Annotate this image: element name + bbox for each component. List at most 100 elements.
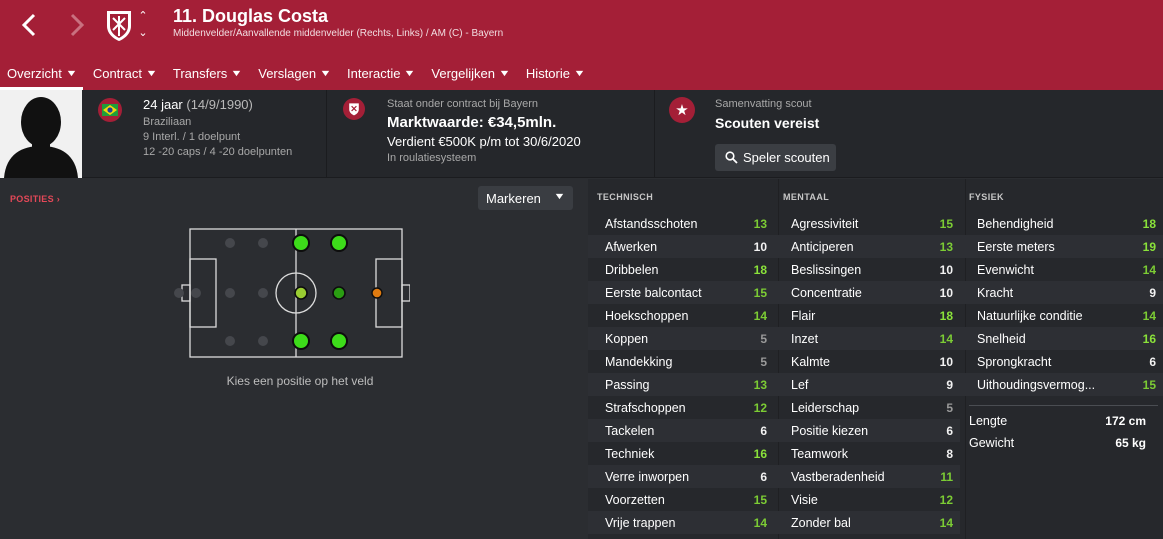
attribute-row[interactable]: Lef 9	[774, 373, 960, 396]
attribute-row[interactable]: Snelheid 16	[960, 327, 1163, 350]
position-dot-gk[interactable]	[191, 288, 201, 298]
attribute-row[interactable]: Flair 18	[774, 304, 960, 327]
position-pitch[interactable]	[170, 227, 410, 362]
chevron-left-icon	[21, 13, 36, 37]
attribute-name: Voorzetten	[605, 492, 665, 507]
attribute-row[interactable]: Koppen 5	[588, 327, 774, 350]
position-dot-aml[interactable]	[330, 234, 348, 252]
position-dot-wbr[interactable]	[258, 336, 268, 346]
positions-label: POSITIES	[10, 194, 54, 204]
international-caps[interactable]: 9 Interl. / 1 doelpunt	[143, 131, 292, 143]
attribute-row[interactable]: Afwerken 10	[588, 235, 774, 258]
attribute-value: 15	[753, 492, 767, 507]
attribute-name: Hoekschoppen	[605, 308, 689, 323]
attribute-value: 18	[939, 308, 953, 323]
attribute-row[interactable]: Kracht 9	[960, 281, 1163, 304]
position-dot-dc[interactable]	[225, 288, 235, 298]
position-dot-amr[interactable]	[330, 332, 348, 350]
attribute-value: 11	[940, 469, 953, 484]
attribute-row[interactable]: Kalmte 10	[774, 350, 960, 373]
forward-button[interactable]	[62, 8, 92, 42]
position-dot-amc[interactable]	[332, 286, 346, 300]
tab-interactie[interactable]: Interactie ▼	[340, 56, 421, 90]
tab-bar: Overzicht ▼ Contract ▼ Transfers ▼ Verslage…	[0, 56, 594, 90]
attribute-row[interactable]: Teamwork 8	[774, 442, 960, 465]
attribute-row[interactable]: Verre inworpen 6	[588, 465, 774, 488]
position-dot-dl[interactable]	[225, 238, 235, 248]
attribute-name: Strafschoppen	[605, 400, 686, 415]
tab-label: Transfers	[172, 65, 228, 81]
chevron-down-icon: ⌄	[138, 27, 148, 39]
physical-column: FYSIEK Behendigheid 18 Eerste meters 19 Even…	[960, 179, 1163, 454]
tab-contract[interactable]: Contract ▼	[86, 56, 163, 90]
attribute-row[interactable]: Agressiviteit 15	[774, 212, 960, 235]
attribute-row[interactable]: Eerste balcontact 15	[588, 281, 774, 304]
highlight-dropdown[interactable]: Markeren ▼	[478, 186, 573, 210]
attribute-row[interactable]: Behendigheid 18	[960, 212, 1163, 235]
attribute-name: Vrije trappen	[605, 515, 676, 530]
attribute-row[interactable]: Sprongkracht 6	[960, 350, 1163, 373]
scout-player-button[interactable]: Speler scouten	[715, 144, 836, 171]
attribute-name: Zonder bal	[791, 515, 851, 530]
attribute-row[interactable]: Uithoudingsvermog... 15	[960, 373, 1163, 396]
u20-caps[interactable]: 12 -20 caps / 4 -20 doelpunten	[143, 146, 292, 158]
tab-vergelijken[interactable]: Vergelijken ▼	[424, 56, 516, 90]
club-crest-icon[interactable]	[104, 8, 134, 42]
attribute-row[interactable]: Hoekschoppen 14	[588, 304, 774, 327]
attribute-name: Afwerken	[605, 239, 658, 254]
position-dot-ml[interactable]	[292, 234, 310, 252]
attribute-row[interactable]: Passing 13	[588, 373, 774, 396]
attribute-row[interactable]: Techniek 16	[588, 442, 774, 465]
scout-status: Scouten vereist	[715, 115, 820, 131]
attribute-row[interactable]: Voorzetten 15	[588, 488, 774, 511]
position-dot-dr[interactable]	[225, 336, 235, 346]
attribute-row[interactable]: Visie 12	[774, 488, 960, 511]
scout-button-label: Speler scouten	[743, 150, 830, 165]
attribute-row[interactable]: Beslissingen 10	[774, 258, 960, 281]
physical-list: Behendigheid 18 Eerste meters 19 Evenwicht 14…	[960, 212, 1163, 396]
attribute-row[interactable]: Zonder bal 14	[774, 511, 960, 534]
attribute-row[interactable]: Afstandsschoten 13	[588, 212, 774, 235]
height-value: 172 cm	[1105, 414, 1146, 428]
position-dot-mr[interactable]	[292, 332, 310, 350]
attribute-name: Dribbelen	[605, 262, 659, 277]
tab-overzicht[interactable]: Overzicht ▼	[0, 56, 83, 90]
attribute-row[interactable]: Vastberadenheid 11	[774, 465, 960, 488]
attribute-row[interactable]: Vrije trappen 14	[588, 511, 774, 534]
position-dot-st[interactable]	[371, 287, 383, 299]
attribute-row[interactable]: Anticiperen 13	[774, 235, 960, 258]
attribute-row[interactable]: Inzet 14	[774, 327, 960, 350]
attribute-row[interactable]: Evenwicht 14	[960, 258, 1163, 281]
tab-verslagen[interactable]: Verslagen ▼	[251, 56, 337, 90]
position-dot-wbl[interactable]	[258, 238, 268, 248]
attribute-row[interactable]: Eerste meters 19	[960, 235, 1163, 258]
attribute-value: 19	[1142, 239, 1156, 254]
position-dot-dm[interactable]	[258, 288, 268, 298]
attribute-name: Natuurlijke conditie	[977, 308, 1083, 323]
tab-label: Verslagen	[258, 65, 317, 81]
club-crest-icon	[343, 98, 365, 120]
attribute-row[interactable]: Strafschoppen 12	[588, 396, 774, 419]
attribute-name: Kalmte	[791, 354, 830, 369]
positions-link[interactable]: POSITIES ›	[10, 194, 60, 204]
position-dot-mc[interactable]	[294, 286, 308, 300]
attribute-name: Anticiperen	[791, 239, 854, 254]
attribute-row[interactable]: Leiderschap 5	[774, 396, 960, 419]
attribute-name: Teamwork	[791, 446, 848, 461]
attribute-row[interactable]: Tackelen 6	[588, 419, 774, 442]
attribute-value: 15	[753, 285, 767, 300]
attribute-row[interactable]: Natuurlijke conditie 14	[960, 304, 1163, 327]
attribute-row[interactable]: Concentratie 10	[774, 281, 960, 304]
tab-transfers[interactable]: Transfers ▼	[166, 56, 248, 90]
tab-historie[interactable]: Historie ▼	[519, 56, 591, 90]
chevron-down-icon: ▼	[230, 68, 244, 78]
physical-header: FYSIEK	[969, 192, 1004, 202]
position-dot-sw[interactable]	[174, 288, 184, 298]
search-icon	[725, 151, 738, 164]
club-switcher[interactable]: ⌃ ⌄	[136, 11, 150, 39]
back-button[interactable]	[14, 8, 44, 42]
attribute-row[interactable]: Positie kiezen 6	[774, 419, 960, 442]
attribute-row[interactable]: Mandekking 5	[588, 350, 774, 373]
player-age: 24 jaar	[143, 97, 183, 112]
attribute-row[interactable]: Dribbelen 18	[588, 258, 774, 281]
